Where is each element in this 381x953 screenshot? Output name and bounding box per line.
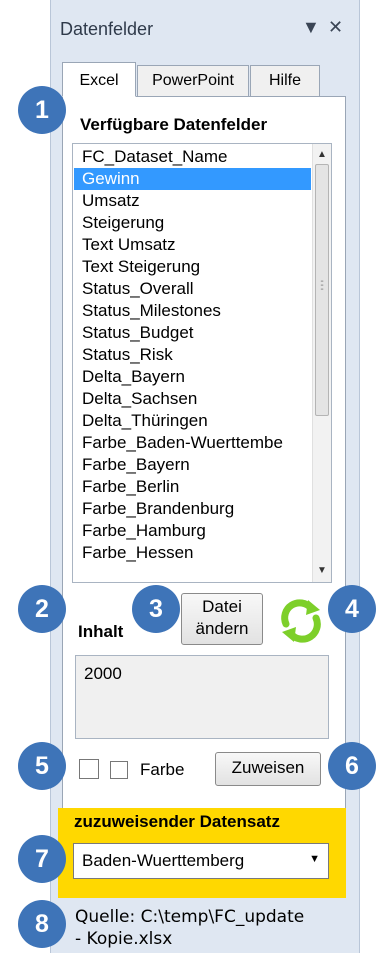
change-file-button[interactable]: Datei ändern xyxy=(181,593,263,645)
marker-3: 3 xyxy=(132,585,180,633)
dataset-heading: zuzuweisender Datensatz xyxy=(74,812,280,831)
tab-powerpoint[interactable]: PowerPoint xyxy=(137,65,249,97)
scroll-down-icon[interactable]: ▼ xyxy=(313,562,331,580)
list-item-selected[interactable]: Gewinn xyxy=(74,168,311,190)
list-item[interactable]: Steigerung xyxy=(74,212,311,234)
list-item[interactable]: Text Steigerung xyxy=(74,256,311,278)
list-scrollbar[interactable]: ▲ --- ▼ xyxy=(312,144,331,582)
list-item[interactable]: Farbe_Hessen xyxy=(74,542,311,564)
list-item[interactable]: Farbe_Berlin xyxy=(74,476,311,498)
change-file-label-1: Datei xyxy=(202,597,242,616)
marker-4: 4 xyxy=(328,585,376,633)
list-item[interactable]: Farbe_Baden-Wuerttembe xyxy=(74,432,311,454)
list-item[interactable]: Status_Risk xyxy=(74,344,311,366)
color-swatch[interactable] xyxy=(79,759,99,779)
list-item[interactable]: Text Umsatz xyxy=(74,234,311,256)
scroll-thumb[interactable]: --- xyxy=(315,164,329,416)
source-path: Quelle: C:\temp\FC_update - Kopie.xlsx xyxy=(75,906,304,950)
fields-listbox[interactable]: FC_Dataset_Name Gewinn Umsatz Steigerung… xyxy=(72,143,332,583)
marker-5: 5 xyxy=(18,742,66,790)
available-fields-heading: Verfügbare Datenfelder xyxy=(80,115,268,134)
list-item[interactable]: Delta_Sachsen xyxy=(74,388,311,410)
assign-button[interactable]: Zuweisen xyxy=(215,752,321,786)
source-line-1: Quelle: C:\temp\FC_update xyxy=(75,907,305,927)
list-item[interactable]: Status_Milestones xyxy=(74,300,311,322)
pane-titlebar: Datenfelder ▼ ✕ xyxy=(50,11,358,45)
marker-8: 8 xyxy=(18,900,66,948)
tab-excel[interactable]: Excel xyxy=(62,62,136,97)
grip-icon: --- xyxy=(320,276,324,295)
list-item[interactable]: Farbe_Brandenburg xyxy=(74,498,311,520)
list-item[interactable]: FC_Dataset_Name xyxy=(74,146,311,168)
source-line-2: - Kopie.xlsx xyxy=(75,929,173,949)
close-icon[interactable]: ✕ xyxy=(328,17,343,38)
triangle-down-icon[interactable]: ▼ xyxy=(302,17,320,38)
list-item[interactable]: Delta_Bayern xyxy=(74,366,311,388)
chevron-down-icon[interactable]: ▼ xyxy=(309,853,320,865)
list-item[interactable]: Farbe_Bayern xyxy=(74,454,311,476)
tab-hilfe[interactable]: Hilfe xyxy=(250,65,320,97)
marker-6: 6 xyxy=(328,742,376,790)
dataset-select[interactable]: Baden-Wuerttemberg ▼ xyxy=(73,843,329,879)
dataset-selected-value: Baden-Wuerttemberg xyxy=(82,851,245,870)
color-label: Farbe xyxy=(140,760,185,779)
marker-1: 1 xyxy=(18,86,66,134)
content-value: 2000 xyxy=(84,664,122,683)
content-field[interactable]: 2000 xyxy=(75,655,329,739)
list-item[interactable]: Delta_Thüringen xyxy=(74,410,311,432)
list-item[interactable]: Status_Budget xyxy=(74,322,311,344)
list-item[interactable]: Umsatz xyxy=(74,190,311,212)
scroll-up-icon[interactable]: ▲ xyxy=(313,146,331,164)
marker-2: 2 xyxy=(18,585,66,633)
content-label: Inhalt xyxy=(78,622,124,641)
pane-title: Datenfelder xyxy=(60,19,154,39)
refresh-icon[interactable] xyxy=(278,598,324,644)
list-item[interactable]: Status_Overall xyxy=(74,278,311,300)
marker-7: 7 xyxy=(18,835,66,883)
color-checkbox[interactable] xyxy=(110,761,128,779)
change-file-label-2: ändern xyxy=(195,619,249,638)
list-item[interactable]: Farbe_Hamburg xyxy=(74,520,311,542)
